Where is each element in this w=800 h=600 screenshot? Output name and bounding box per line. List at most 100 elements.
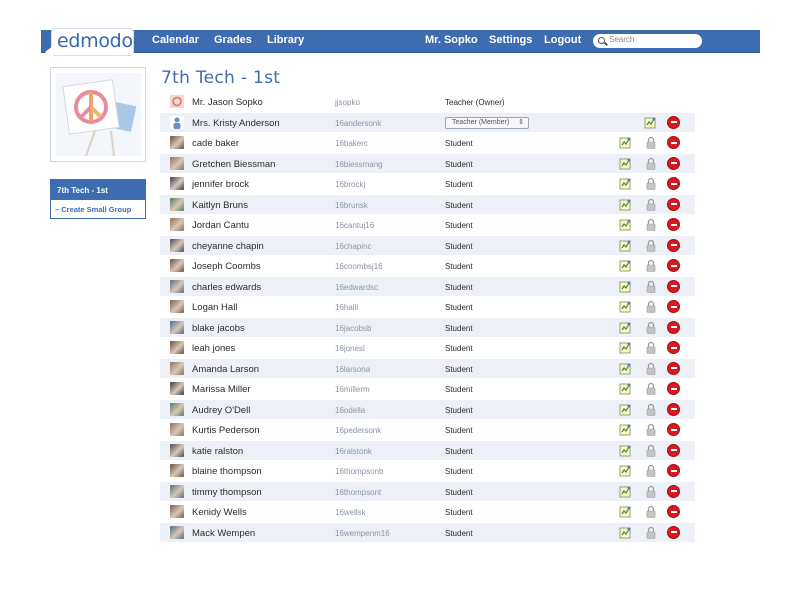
lock-icon[interactable] [645, 136, 657, 149]
avatar[interactable] [170, 341, 184, 354]
remove-member-icon[interactable] [667, 218, 680, 231]
grades-icon[interactable] [619, 198, 632, 211]
avatar[interactable] [170, 525, 184, 539]
remove-member-icon[interactable] [667, 300, 680, 313]
lock-icon[interactable] [645, 362, 657, 375]
grades-icon[interactable] [619, 136, 632, 149]
member-name[interactable]: Audrey O'Dell [192, 405, 250, 416]
lock-icon[interactable] [645, 321, 657, 334]
member-name[interactable]: blake jacobs [192, 323, 245, 334]
grades-icon[interactable] [619, 485, 632, 498]
member-name[interactable]: Marissa Miller [192, 384, 251, 395]
avatar[interactable] [170, 402, 184, 416]
lock-icon[interactable] [645, 239, 657, 252]
remove-member-icon[interactable] [667, 136, 680, 149]
lock-icon[interactable] [645, 218, 657, 231]
grades-icon[interactable] [644, 116, 657, 129]
member-name[interactable]: leah jones [192, 343, 235, 354]
grades-icon[interactable] [619, 177, 632, 190]
grades-icon[interactable] [619, 280, 632, 293]
grades-icon[interactable] [619, 362, 632, 375]
grades-icon[interactable] [619, 341, 632, 354]
active-group-item[interactable]: 7th Tech - 1st [51, 180, 145, 200]
lock-icon[interactable] [645, 300, 657, 313]
remove-member-icon[interactable] [667, 177, 680, 190]
remove-member-icon[interactable] [667, 320, 680, 334]
member-name[interactable]: Kenidy Wells [192, 507, 247, 518]
avatar[interactable] [170, 505, 184, 518]
member-name[interactable]: Mrs. Kristy Anderson [192, 118, 280, 129]
grades-icon[interactable] [619, 382, 632, 395]
remove-member-icon[interactable] [667, 259, 680, 272]
avatar[interactable] [170, 443, 184, 457]
member-name[interactable]: Kurtis Pederson [192, 425, 260, 436]
grades-icon[interactable] [619, 259, 632, 272]
avatar[interactable] [170, 238, 184, 252]
grades-icon[interactable] [619, 444, 632, 457]
remove-member-icon[interactable] [667, 464, 680, 477]
lock-icon[interactable] [645, 526, 657, 539]
role-select[interactable]: Teacher (Member) ⇕ [445, 116, 529, 129]
create-small-group-link[interactable]: – Create Small Group [55, 205, 131, 214]
nav-user[interactable]: Mr. Sopko [425, 34, 478, 46]
remove-member-icon[interactable] [667, 382, 680, 395]
avatar[interactable] [170, 279, 184, 293]
lock-icon[interactable] [645, 157, 657, 170]
avatar[interactable] [170, 218, 184, 231]
remove-member-icon[interactable] [667, 197, 680, 211]
lock-icon[interactable] [645, 403, 657, 416]
avatar[interactable] [170, 156, 184, 170]
member-name[interactable]: Kaitlyn Bruns [192, 200, 248, 211]
member-name[interactable]: Amanda Larson [192, 364, 259, 375]
grades-icon[interactable] [619, 526, 632, 539]
grades-icon[interactable] [619, 321, 632, 334]
avatar[interactable] [170, 484, 184, 498]
lock-icon[interactable] [645, 485, 657, 498]
avatar[interactable] [170, 197, 184, 211]
nav-calendar[interactable]: Calendar [152, 34, 199, 46]
nav-library[interactable]: Library [267, 34, 304, 46]
nav-settings[interactable]: Settings [489, 34, 532, 46]
avatar[interactable] [170, 423, 184, 436]
lock-icon[interactable] [645, 444, 657, 457]
remove-member-icon[interactable] [667, 279, 680, 293]
grades-icon[interactable] [619, 239, 632, 252]
lock-icon[interactable] [645, 341, 657, 354]
avatar[interactable] [170, 361, 184, 375]
remove-member-icon[interactable] [667, 525, 680, 539]
member-name[interactable]: Logan Hall [192, 302, 237, 313]
member-name[interactable]: cade baker [192, 138, 239, 149]
avatar[interactable] [170, 95, 184, 108]
avatar[interactable] [170, 382, 184, 395]
lock-icon[interactable] [645, 464, 657, 477]
avatar[interactable] [170, 320, 184, 334]
member-name[interactable]: katie ralston [192, 446, 243, 457]
grades-icon[interactable] [619, 464, 632, 477]
avatar[interactable] [170, 177, 184, 190]
lock-icon[interactable] [645, 198, 657, 211]
nav-grades[interactable]: Grades [214, 34, 252, 46]
remove-member-icon[interactable] [667, 238, 680, 252]
member-name[interactable]: Mr. Jason Sopko [192, 97, 263, 108]
member-name[interactable]: charles edwards [192, 282, 261, 293]
lock-icon[interactable] [645, 177, 657, 190]
lock-icon[interactable] [645, 382, 657, 395]
member-name[interactable]: jennifer brock [192, 179, 249, 190]
lock-icon[interactable] [645, 423, 657, 436]
remove-member-icon[interactable] [667, 443, 680, 457]
grades-icon[interactable] [619, 218, 632, 231]
lock-icon[interactable] [645, 259, 657, 272]
member-name[interactable]: Gretchen Biessman [192, 159, 275, 170]
remove-member-icon[interactable] [667, 341, 680, 354]
grades-icon[interactable] [619, 300, 632, 313]
remove-member-icon[interactable] [667, 156, 680, 170]
member-name[interactable]: cheyanne chapin [192, 241, 264, 252]
avatar[interactable] [170, 464, 184, 477]
grades-icon[interactable] [619, 403, 632, 416]
avatar[interactable] [170, 259, 184, 272]
member-name[interactable]: Mack Wempen [192, 528, 255, 539]
avatar[interactable] [170, 115, 184, 129]
avatar[interactable] [170, 136, 184, 149]
search-input[interactable]: Search [593, 34, 702, 48]
remove-member-icon[interactable] [667, 505, 680, 518]
